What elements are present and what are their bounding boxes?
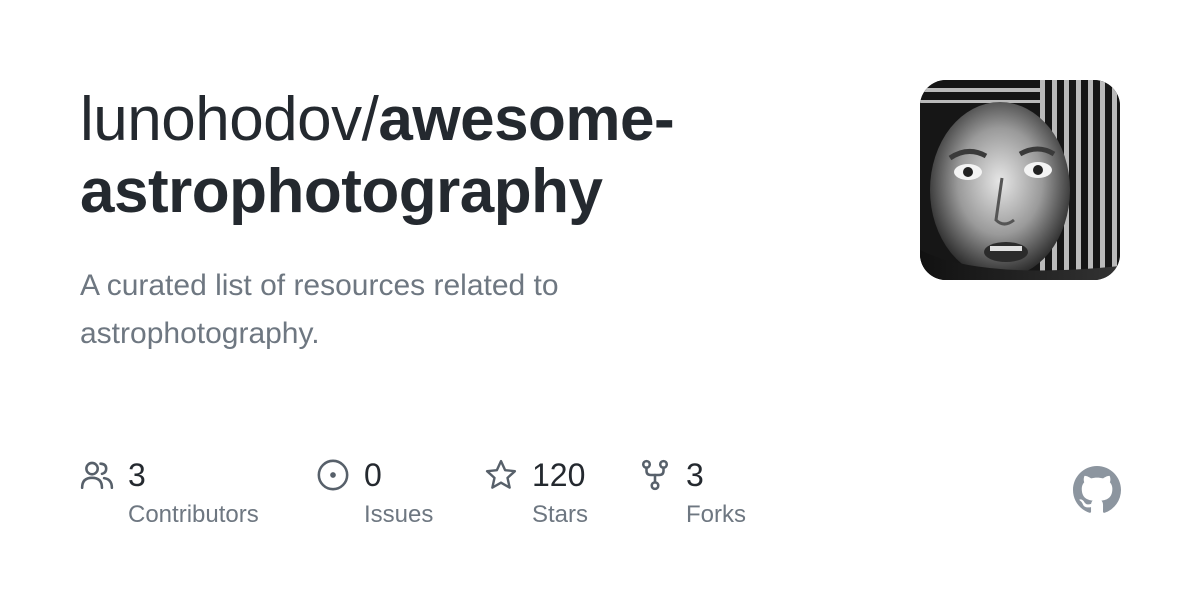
stat-label: Stars [532, 501, 589, 528]
repo-social-card: lunohodov/awesome-astrophotography A cur… [0, 0, 1200, 600]
stat-label: Forks [686, 501, 746, 528]
stat-value: 3 [686, 457, 704, 493]
stat-value: 3 [128, 457, 146, 493]
stat-value: 120 [532, 457, 586, 493]
avatar-image [920, 80, 1120, 280]
repo-owner: lunohodov/ [80, 85, 379, 154]
github-logo-icon[interactable] [1073, 466, 1121, 514]
repo-title[interactable]: lunohodov/awesome-astrophotography [80, 84, 900, 228]
issues-icon [317, 459, 349, 491]
contributors-icon [80, 461, 114, 490]
stat-label: Issues [364, 501, 434, 528]
owner-avatar[interactable] [920, 80, 1120, 280]
fork-icon [641, 459, 669, 491]
repo-description: A curated list of resources related to a… [80, 269, 559, 350]
stat-value: 0 [364, 457, 382, 493]
stat-label: Contributors [128, 501, 259, 528]
star-icon [485, 459, 517, 489]
